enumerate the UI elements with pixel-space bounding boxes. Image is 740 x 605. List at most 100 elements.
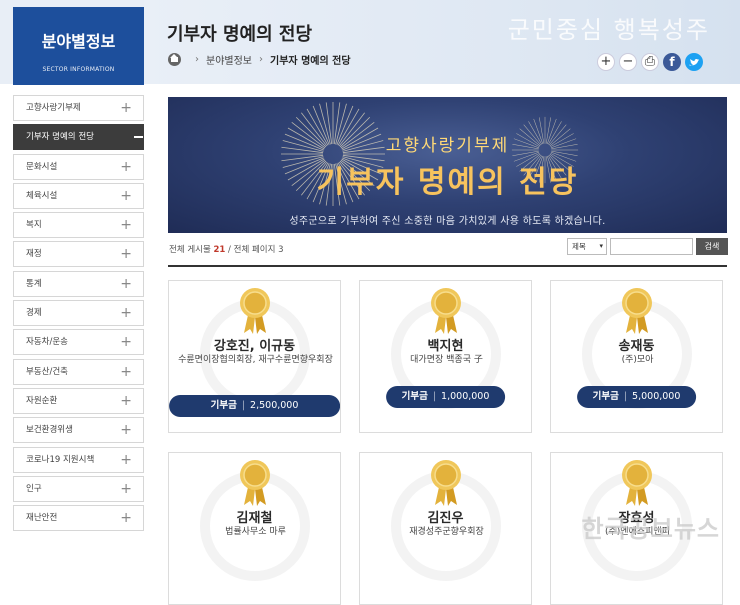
donor-card[interactable]: 송재동 (주)모아기부금 | 5,000,000: [550, 280, 723, 433]
sidebar-item[interactable]: 고향사랑기부제 +: [13, 95, 144, 121]
chevron-right-icon: ›: [259, 54, 263, 65]
header: 분야별정보 SECTOR INFORMATION 기부자 명예의 전당 군민중심…: [0, 0, 740, 85]
sidebar-item[interactable]: 경제 +: [13, 300, 144, 327]
sidebar-item[interactable]: 체육시설 +: [13, 182, 144, 209]
sidebar-item-label: 부동산/건축: [26, 366, 68, 377]
title-area: 기부자 명예의 전당 군민중심 행복성주 › 분야별정보 › 기부자 명예의 전…: [144, 0, 740, 84]
donor-affiliation: 재경성주군향우회장: [409, 527, 484, 537]
amount-label: 기부금: [210, 400, 237, 411]
brand-title: 분야별정보: [41, 32, 116, 51]
amount-label: 기부금: [401, 391, 428, 402]
count-suffix: / 전체 페이지 3: [225, 245, 284, 255]
twitter-bird-icon: [689, 58, 700, 66]
sidebar-item-label: 코로나19 지원시책: [26, 454, 95, 465]
sidebar-item-label: 보건환경위생: [26, 425, 73, 436]
sidebar-item[interactable]: 기부자 명예의 전당: [13, 124, 144, 151]
search-select-value: 제목: [572, 242, 586, 251]
facebook-icon[interactable]: f: [663, 53, 681, 71]
gold-medal-icon: [239, 460, 270, 506]
plus-icon: +: [120, 275, 132, 292]
donation-amount-badge: 기부금 | 1,000,000: [385, 386, 506, 408]
chevron-right-icon: ›: [195, 54, 199, 65]
plus-icon: +: [120, 363, 132, 380]
hall-of-fame-banner: 고향사랑기부제 기부자 명예의 전당 성주군으로 기부하여 주신 소중한 마음 …: [168, 97, 727, 233]
amount-value: 5,000,000: [632, 391, 681, 402]
sidebar-item-label: 재난안전: [26, 513, 58, 524]
home-icon[interactable]: [168, 53, 181, 66]
plus-icon: +: [120, 100, 132, 116]
donor-affiliation: 법률사무소 마루: [225, 527, 286, 537]
sidebar-item[interactable]: 문화시설 +: [13, 153, 144, 180]
sidebar-item[interactable]: 인구 +: [13, 475, 144, 502]
sidebar-item-label: 문화시설: [26, 161, 58, 172]
sidebar-item-label: 자동차/운송: [26, 337, 68, 348]
sidebar-item-label: 통계: [26, 278, 42, 289]
search-input[interactable]: [610, 238, 693, 255]
breadcrumb-current: 기부자 명예의 전당: [270, 56, 351, 67]
banner-title-large: 기부자 명예의 전당: [316, 165, 579, 200]
separator: |: [623, 391, 628, 402]
sidebar-item-label: 자원순환: [26, 395, 58, 406]
slogan: 군민중심 행복성주: [507, 16, 710, 44]
gold-medal-icon: [239, 288, 270, 334]
donation-amount-badge: 기부금 | 5,000,000: [576, 386, 697, 408]
donor-card[interactable]: 김진우 재경성주군향우회장: [359, 452, 532, 605]
count-prefix: 전체 게시물: [169, 245, 214, 255]
breadcrumb: › 분야별정보 › 기부자 명예의 전당: [168, 52, 351, 67]
search-bar: 제목 ▾ 검색: [567, 238, 728, 255]
donor-card[interactable]: 백지현 대가면장 백종국 子 기부금 | 1,000,000: [359, 280, 532, 433]
sidebar-item[interactable]: 복지 +: [13, 212, 144, 239]
banner-title-small: 고향사랑기부제: [385, 136, 510, 156]
donor-name: 송재동: [618, 339, 655, 354]
sidebar-item[interactable]: 보건환경위생 +: [13, 417, 144, 444]
sidebar-item-label: 인구: [26, 483, 42, 494]
breadcrumb-item[interactable]: 분야별정보: [206, 52, 252, 67]
sidebar-item-label: 체육시설: [26, 190, 58, 201]
sidebar-item[interactable]: 자동차/운송 +: [13, 329, 144, 356]
plus-icon: +: [120, 305, 132, 322]
sidebar-item-label: 고향사랑기부제: [26, 103, 81, 113]
sidebar-item[interactable]: 부동산/건축 +: [13, 358, 144, 385]
banner-subtitle: 성주군으로 기부하여 주신 소중한 마음 가치있게 사용 하도록 하겠습니다.: [289, 216, 606, 227]
post-count: 전체 게시물 21 / 전체 페이지 3: [169, 243, 284, 255]
sidebar-item[interactable]: 자원순환 +: [13, 387, 144, 414]
count-total: 21: [213, 245, 226, 255]
zoom-out-button[interactable]: −: [619, 53, 637, 71]
amount-value: 2,500,000: [250, 400, 299, 411]
search-field-select[interactable]: 제목 ▾: [567, 238, 607, 255]
separator: |: [432, 391, 437, 402]
donor-affiliation: 대가면장 백종국 子: [410, 355, 483, 365]
plus-icon: +: [120, 510, 132, 527]
sidebar-item[interactable]: 통계 +: [13, 270, 144, 297]
list-divider: [168, 265, 727, 267]
sidebar-item[interactable]: 재난안전 +: [13, 505, 144, 532]
plus-icon: +: [120, 480, 132, 497]
donor-name: 김재철: [236, 511, 273, 526]
sidebar-item[interactable]: 코로나19 지원시책 +: [13, 446, 144, 473]
print-button[interactable]: ⎙: [641, 53, 659, 71]
gold-medal-icon: [621, 288, 652, 334]
sidebar-item[interactable]: 재정 +: [13, 241, 144, 268]
donor-card[interactable]: 김재철 법률사무소 마루: [168, 452, 341, 605]
search-button[interactable]: 검색: [696, 238, 728, 255]
donor-card[interactable]: 강호진, 이규동 수륜면이장협의회장, 재구수륜면향우회장기부금 | 2,500,00…: [168, 280, 341, 433]
gold-medal-icon: [430, 288, 461, 334]
sidebar-menu: 고향사랑기부제 + 기부자 명예의 전당 문화시설 + 체육시설 + 복지 + 재정 + 통계 + 경제 +…: [13, 95, 144, 534]
plus-icon: +: [120, 422, 132, 439]
zoom-in-button[interactable]: +: [597, 53, 615, 71]
plus-icon: +: [120, 451, 132, 468]
amount-label: 기부금: [592, 391, 619, 402]
donor-name: 김진우: [427, 511, 464, 526]
separator: |: [241, 400, 246, 411]
donor-affiliation: (주)모아: [621, 355, 654, 365]
plus-icon: +: [120, 217, 132, 234]
plus-icon: +: [120, 392, 132, 409]
sidebar-item-label: 재정: [26, 249, 42, 260]
donor-name: 강호진, 이규동: [213, 339, 296, 354]
twitter-icon[interactable]: [685, 53, 703, 71]
donation-amount-badge: 기부금 | 2,500,000: [169, 395, 340, 417]
sidebar-item-label: 기부자 명예의 전당: [26, 132, 94, 143]
donor-name: 백지현: [427, 339, 464, 354]
amount-value: 1,000,000: [441, 391, 490, 402]
donor-affiliation: 수륜면이장협의회장, 재구수륜면향우회장: [178, 355, 333, 365]
